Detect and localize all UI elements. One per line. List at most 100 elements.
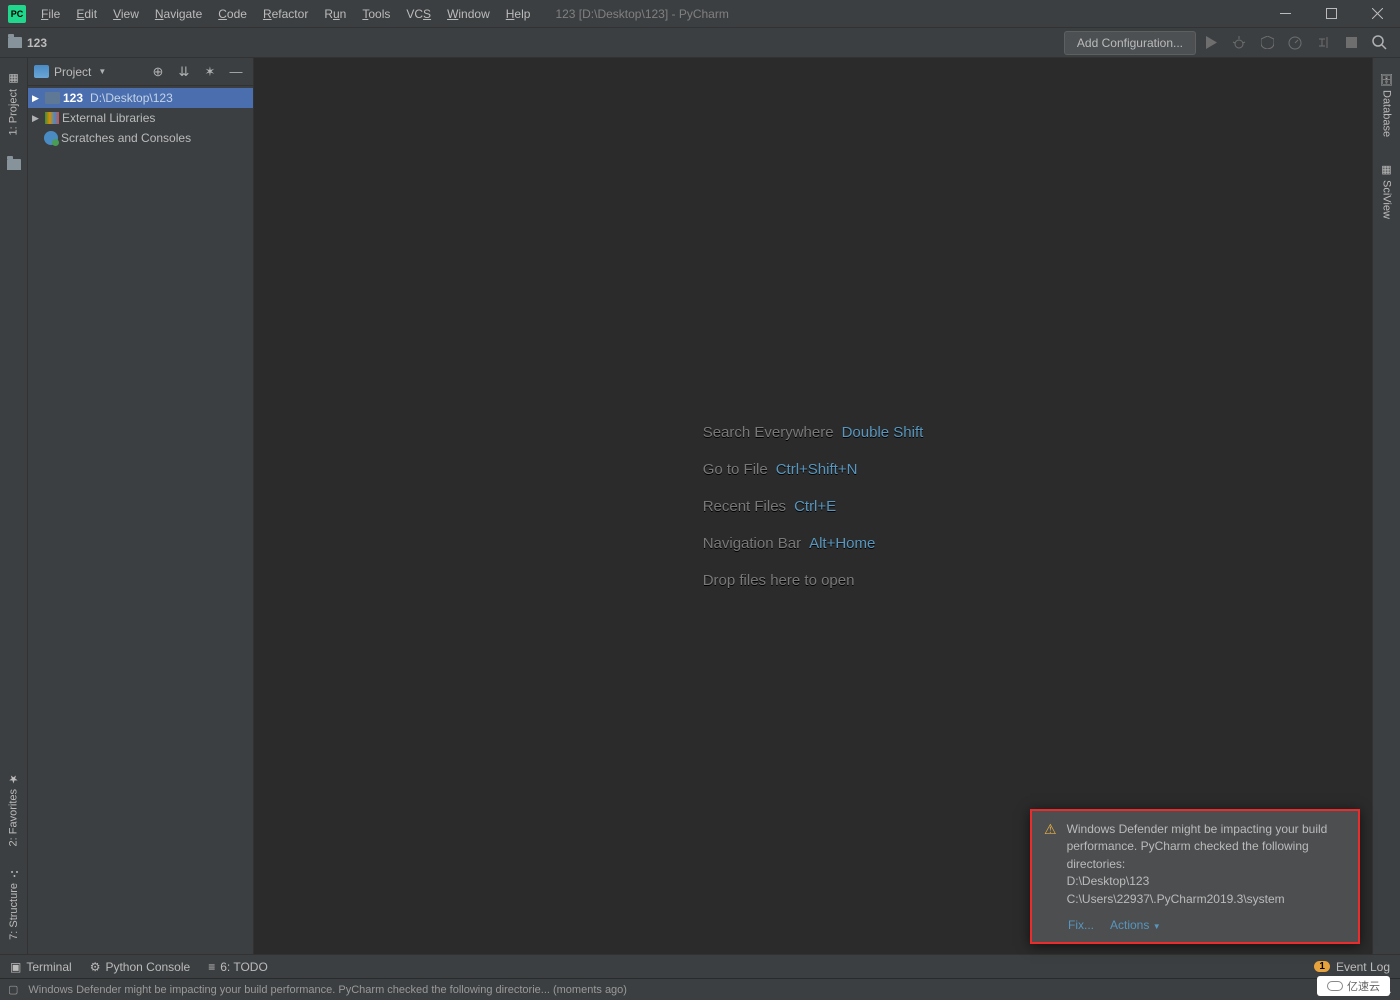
run-button[interactable] [1198,30,1224,56]
add-configuration-button[interactable]: Add Configuration... [1064,31,1196,55]
hide-button[interactable]: — [225,61,247,83]
project-panel-title: Project [54,65,91,79]
hint-recent-label: Recent Files [703,498,786,515]
bottom-tool-bar: ▣ Terminal ⚙ Python Console ≡ 6: TODO 1 … [0,954,1400,978]
chevron-right-icon[interactable]: ▶ [32,113,42,124]
folder-icon [8,37,22,48]
navbar: 123 Add Configuration... [0,28,1400,58]
hint-goto-label: Go to File [703,461,768,478]
hint-navbar-label: Navigation Bar [703,535,801,552]
settings-button[interactable]: ✶ [199,61,221,83]
notification-fix-link[interactable]: Fix... [1068,918,1094,932]
concurrency-button[interactable] [1310,30,1336,56]
stop-button[interactable] [1338,30,1364,56]
coverage-button[interactable] [1254,30,1280,56]
tab-sciview[interactable]: ▦ SciView [1377,155,1396,227]
todo-tab-label: 6: TODO [220,960,268,974]
close-button[interactable] [1354,0,1400,28]
status-icon[interactable]: ▢ [8,983,18,996]
watermark-icon [1327,981,1343,991]
folder-icon[interactable] [7,159,21,170]
structure-icon: ⛬ [8,868,20,879]
hint-goto-key: Ctrl+Shift+N [776,461,858,478]
hint-search: Search Everywhere Double Shift [703,424,924,441]
watermark: 亿速云 [1317,976,1390,996]
menu-file[interactable]: File [34,3,67,25]
expand-all-button[interactable]: ⇊ [173,61,195,83]
hint-recent: Recent Files Ctrl+E [703,498,924,515]
library-icon [45,112,59,124]
notif-line3: C:\Users\22937\.PyCharm2019.3\system [1067,891,1346,908]
menu-help[interactable]: Help [499,3,538,25]
titlebar: PC File Edit View Navigate Code Refactor… [0,0,1400,28]
menu-tools[interactable]: Tools [355,3,397,25]
window-controls [1262,0,1400,28]
chevron-down-icon: ▼ [98,67,106,76]
tab-python-console[interactable]: ⚙ Python Console [90,960,191,974]
tree-external-libs[interactable]: ▶ External Libraries [28,108,253,128]
menu-code[interactable]: Code [211,3,254,25]
project-icon: ▦ [7,72,20,85]
python-icon: ⚙ [90,960,101,974]
breadcrumb[interactable]: 123 [8,36,47,50]
menu-file-label: ile [48,7,60,21]
project-tab-label: 1: Project [8,89,20,135]
editor-area[interactable]: Search Everywhere Double Shift Go to Fil… [254,58,1372,954]
hint-search-key: Double Shift [842,424,924,441]
star-icon: ★ [7,772,20,785]
grid-icon: ▦ [1380,163,1393,176]
tab-todo[interactable]: ≡ 6: TODO [208,960,268,974]
tab-favorites[interactable]: 2: Favorites ★ [4,764,23,854]
project-view-selector[interactable]: Project ▼ [34,65,106,79]
structure-tab-label: 7: Structure [8,883,20,940]
hint-navbar-key: Alt+Home [809,535,875,552]
hint-drop: Drop files here to open [703,572,924,589]
project-panel-header: Project ▼ ⊕ ⇊ ✶ — [28,58,253,86]
menubar: File Edit View Navigate Code Refactor Ru… [34,3,537,25]
tab-structure[interactable]: 7: Structure ⛬ [5,860,23,948]
notification-actions-link[interactable]: Actions ▼ [1110,918,1161,932]
tree-root[interactable]: ▶ 123 D:\Desktop\123 [28,88,253,108]
main-area: 1: Project ▦ 2: Favorites ★ 7: Structure… [0,58,1400,954]
chevron-right-icon[interactable]: ▶ [32,93,42,104]
tab-terminal[interactable]: ▣ Terminal [10,960,72,974]
menu-refactor[interactable]: Refactor [256,3,315,25]
python-console-tab-label: Python Console [105,960,190,974]
project-tree: ▶ 123 D:\Desktop\123 ▶ External Librarie… [28,86,253,150]
menu-edit[interactable]: Edit [69,3,104,25]
scratches-label: Scratches and Consoles [61,131,191,145]
debug-button[interactable] [1226,30,1252,56]
todo-icon: ≡ [208,960,215,974]
notification-text: Windows Defender might be impacting your… [1067,821,1346,908]
menu-vcs[interactable]: VCS [399,3,438,25]
tree-scratches[interactable]: Scratches and Consoles [28,128,253,148]
welcome-hints: Search Everywhere Double Shift Go to Fil… [703,424,924,589]
menu-navigate[interactable]: Navigate [148,3,209,25]
locate-button[interactable]: ⊕ [147,61,169,83]
tree-root-path: D:\Desktop\123 [90,91,173,105]
project-panel: Project ▼ ⊕ ⇊ ✶ — ▶ 123 D:\Desktop\123 ▶… [28,58,254,954]
scratch-icon [44,131,58,145]
notif-line1: Windows Defender might be impacting your… [1067,821,1346,873]
database-tab-label: Database [1381,90,1393,137]
tab-event-log[interactable]: Event Log [1336,960,1390,974]
folder-icon [45,92,60,104]
search-button[interactable] [1366,30,1392,56]
status-message: Windows Defender might be impacting your… [28,984,1309,996]
menu-run[interactable]: Run [317,3,353,25]
hint-drop-label: Drop files here to open [703,572,855,589]
hint-search-label: Search Everywhere [703,424,834,441]
tab-project[interactable]: 1: Project ▦ [4,64,23,143]
warning-icon: ⚠ [1044,821,1057,908]
menu-view[interactable]: View [106,3,146,25]
profile-button[interactable] [1282,30,1308,56]
notification-balloon: ⚠ Windows Defender might be impacting yo… [1030,809,1360,944]
hint-navbar: Navigation Bar Alt+Home [703,535,924,552]
terminal-tab-label: Terminal [26,960,71,974]
app-icon: PC [8,5,26,23]
maximize-button[interactable] [1308,0,1354,28]
minimize-button[interactable] [1262,0,1308,28]
tree-root-name: 123 [63,91,83,105]
menu-window[interactable]: Window [440,3,497,25]
tab-database[interactable]: 🗄 Database [1377,64,1396,145]
